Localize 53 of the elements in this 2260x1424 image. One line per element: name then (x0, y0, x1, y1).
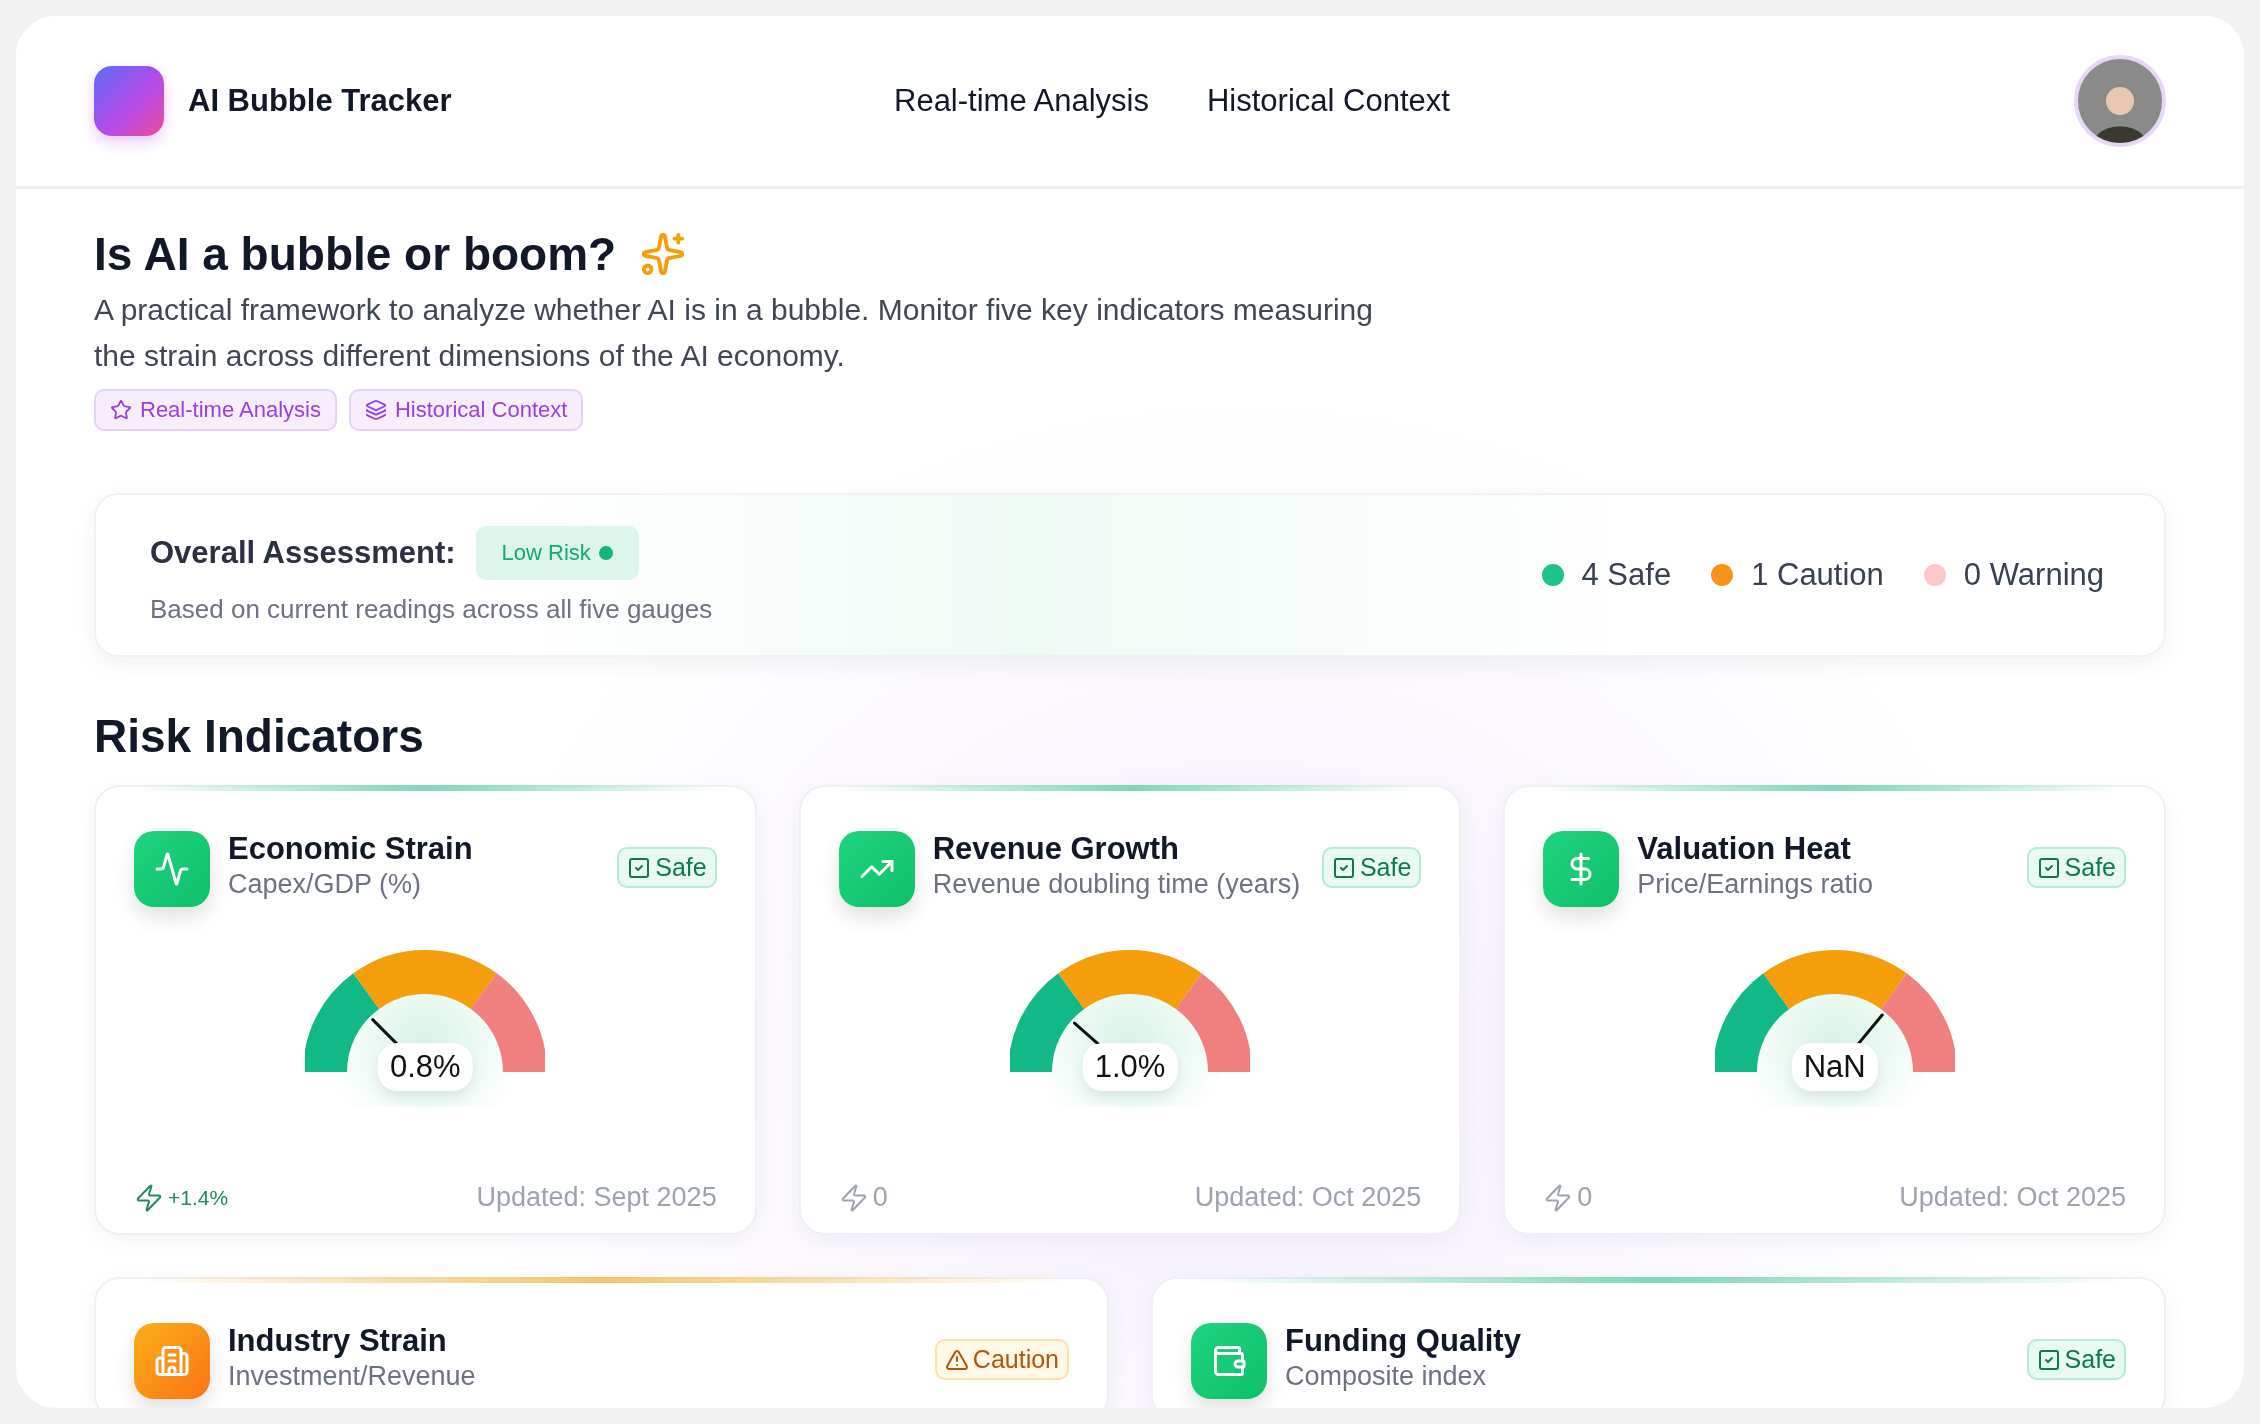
assessment-note: Based on current readings across all five gauges (150, 593, 713, 625)
building-icon (134, 1323, 210, 1399)
status-badge: Safe (2026, 847, 2126, 888)
trend-up-icon (838, 831, 915, 907)
trend-value: 0 (838, 1182, 888, 1213)
nav-link[interactable]: Historical Context (1207, 83, 1450, 119)
card-title: Funding Quality (1285, 1323, 1522, 1359)
gauge-value: NaN (1791, 1043, 1878, 1091)
dollar-icon (1543, 831, 1620, 907)
layers-icon (364, 399, 387, 421)
updated-date: Updated: Sept 2025 (476, 1182, 717, 1213)
tag-chip: Real-time Analysis (94, 389, 337, 431)
page-title: Is AI a bubble or boom? (94, 227, 617, 281)
gauge-value: 0.8% (378, 1043, 473, 1091)
trend-value: 0 (1543, 1182, 1593, 1213)
gauge-value: 1.0% (1082, 1043, 1178, 1091)
risk-badge: Low Risk (475, 525, 639, 580)
legend-label: 0 Warning (1963, 557, 2104, 593)
section-title: Risk Indicators (94, 709, 425, 763)
status-badge: Caution (934, 1339, 1069, 1380)
tag-chip: Historical Context (348, 389, 584, 431)
check-icon (2036, 1347, 2061, 1372)
check-icon (627, 855, 652, 880)
check-icon (1331, 855, 1356, 880)
card-subtitle: Price/Earnings ratio (1637, 869, 1874, 900)
status-badge: Safe (2026, 1339, 2126, 1380)
card-subtitle: Capex/GDP (%) (228, 869, 423, 900)
app-name: AI Bubble Tracker (188, 83, 452, 119)
page-description: A practical framework to analyze whether AI is in a bubble. Monitor five key indicators measuring the strain across different dimensions of the AI economy. (94, 292, 1374, 374)
status-badge: Safe (1321, 847, 1422, 888)
star-icon (110, 399, 132, 421)
logo-icon (94, 66, 164, 136)
lightning-icon (134, 1182, 164, 1213)
wallet-icon (1191, 1323, 1267, 1399)
card-title: Industry Strain (228, 1323, 448, 1359)
card-subtitle: Composite index (1285, 1361, 1488, 1392)
updated-date: Updated: Oct 2025 (1194, 1182, 1422, 1213)
card-subtitle: Revenue doubling time (years) (932, 869, 1302, 900)
assessment-title: Overall Assessment: (150, 534, 456, 571)
legend-label: 1 Caution (1751, 557, 1884, 593)
card-title: Valuation Heat (1637, 831, 1852, 867)
check-icon (2036, 855, 2061, 880)
trend-value: +1.4% (134, 1182, 229, 1213)
warning-icon (944, 1347, 969, 1372)
nav-link[interactable]: Real-time Analysis (894, 83, 1149, 119)
status-badge: Safe (617, 847, 717, 888)
pulse-icon (134, 831, 210, 907)
card-title: Economic Strain (228, 831, 474, 867)
card-subtitle: Investment/Revenue (228, 1361, 477, 1392)
card-title: Revenue Growth (932, 831, 1180, 867)
sparkle-icon (640, 231, 687, 277)
legend-label: 4 Safe (1581, 557, 1672, 593)
updated-date: Updated: Oct 2025 (1899, 1182, 2126, 1213)
